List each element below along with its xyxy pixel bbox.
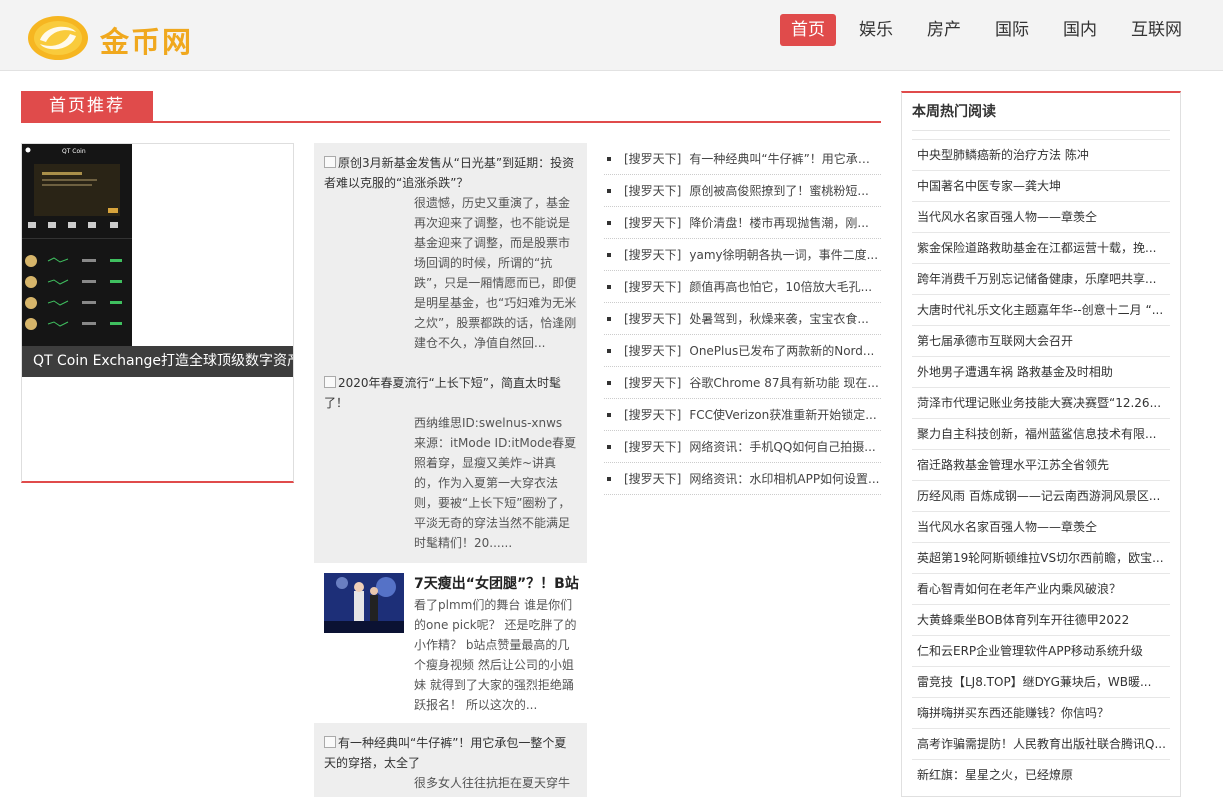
bullet-icon (607, 253, 611, 257)
bullet-icon (607, 285, 611, 289)
hot-item[interactable]: 菏泽市代理记账业务技能大赛决赛暨“12.26... (912, 387, 1170, 418)
hot-item[interactable]: 大唐时代礼乐文化主题嘉年华--创意十二月 “... (912, 294, 1170, 325)
hot-item[interactable]: 历经风雨 百炼成钢——记云南西游洞风景区... (912, 480, 1170, 511)
hot-reads-sidebar: 本周热门阅读 中央型肺鳞癌新的治疗方法 陈冲 中国著名中医专家—龚大坤 当代风水… (901, 91, 1181, 797)
featured-article[interactable]: QT Coin QT Coin Exchange打造全球顶级数字资产 (21, 143, 294, 483)
news-item[interactable]: [搜罗天下] 原创被高俊熙撩到了！蜜桃粉短... (604, 175, 881, 207)
hot-item[interactable]: 英超第19轮阿斯顿维拉VS切尔西前瞻，欧宝... (912, 542, 1170, 573)
article-card[interactable]: 7天瘦出“女团腿”？！B站 看了plmm们的舞台 谁是你们的one pick呢？… (314, 563, 587, 723)
section-title: 首页推荐 (21, 91, 153, 122)
article-card[interactable]: 2020年春夏流行“上长下短”，简直太时髦了！ 西纳维思ID:swelnus-x… (314, 363, 587, 563)
news-item[interactable]: [搜罗天下] FCC使Verizon获准重新开始锁定... (604, 399, 881, 431)
article-summary: 很遗憾，历史又重演了，基金再次迎来了调整，也不能说是基金迎来了调整，而是股票市场… (414, 196, 577, 350)
phone-screenshot-icon: QT Coin (22, 144, 132, 346)
hot-item[interactable]: 聚力自主科技创新，福州蓝鲨信息技术有限... (912, 418, 1170, 449)
article-title[interactable]: 7天瘦出“女团腿”？！B站 (414, 573, 579, 595)
news-item[interactable]: [搜罗天下] 颜值再高也怕它，10倍放大毛孔... (604, 271, 881, 303)
concert-photo-icon (324, 573, 404, 633)
section-header: 首页推荐 (21, 91, 881, 123)
hot-item[interactable]: 紫金保险道路救助基金在江都运营十载，挽... (912, 232, 1170, 263)
article-summary: 西纳维思ID:swelnus-xnws 来源：itMode ID:itMode春… (414, 416, 577, 550)
hot-item[interactable]: 宿迁路救基金管理水平江苏全省领先 (912, 449, 1170, 480)
news-item[interactable]: [搜罗天下] 谷歌Chrome 87具有新功能 现在... (604, 367, 881, 399)
hot-item[interactable]: 看心智青如何在老年产业内乘风破浪？ (912, 573, 1170, 604)
featured-image[interactable]: QT Coin (22, 144, 132, 346)
hot-item[interactable]: 仁和云ERP企业管理软件APP移动系统升级 (912, 635, 1170, 666)
bullet-icon (607, 445, 611, 449)
article-summary: 看了plmm们的舞台 谁是你们的one pick呢？ 还是吃胖了的小作精？ b站… (414, 598, 577, 712)
sidebar-title: 本周热门阅读 (912, 93, 1170, 131)
news-item[interactable]: [搜罗天下] 处暑驾到，秋燥来袭，宝宝衣食... (604, 303, 881, 335)
nav-item-real-estate[interactable]: 房产 (916, 14, 972, 46)
bullet-icon (607, 413, 611, 417)
bullet-icon (607, 189, 611, 193)
nav-item-entertainment[interactable]: 娱乐 (848, 14, 904, 46)
bullet-icon (607, 221, 611, 225)
bullet-icon (607, 381, 611, 385)
hot-item[interactable]: 跨年消费千万别忘记储备健康，乐摩吧共享... (912, 263, 1170, 294)
nav-item-domestic[interactable]: 国内 (1052, 14, 1108, 46)
hot-item[interactable]: 新红旗：星星之火，已经燎原 (912, 759, 1170, 790)
broken-image-icon (324, 376, 336, 388)
hot-list: 中央型肺鳞癌新的治疗方法 陈冲 中国著名中医专家—龚大坤 当代风水名家百强人物—… (912, 139, 1170, 790)
news-item[interactable]: [搜罗天下] 网络资讯：水印相机APP如何设置... (604, 463, 881, 495)
site-logo[interactable]: 金币网 (26, 12, 216, 64)
article-title[interactable]: 有一种经典叫“牛仔裤”！用它承包一整个夏天的穿搭，太全了 (324, 733, 577, 773)
broken-image-icon (324, 736, 336, 748)
hot-item[interactable]: 当代风水名家百强人物——章羡仝 (912, 511, 1170, 542)
article-card[interactable]: 有一种经典叫“牛仔裤”！用它承包一整个夏天的穿搭，太全了 很多女人往往抗拒在夏天… (314, 723, 587, 797)
hot-item[interactable]: 外地男子遭遇车祸 路救基金及时相助 (912, 356, 1170, 387)
hot-item[interactable]: 第七届承德市互联网大会召开 (912, 325, 1170, 356)
site-header: 金币网 首页 娱乐 房产 国际 国内 互联网 (0, 0, 1223, 71)
news-item[interactable]: [搜罗天下] 降价清盘！楼市再现抛售潮，刚... (604, 207, 881, 239)
news-item[interactable]: [搜罗天下] 网络资讯：手机QQ如何自己拍摄... (604, 431, 881, 463)
hot-item[interactable]: 嗨拼嗨拼买东西还能赚钱？你信吗？ (912, 697, 1170, 728)
svg-text:QT Coin: QT Coin (62, 148, 86, 155)
featured-caption[interactable]: QT Coin Exchange打造全球顶级数字资产 (22, 346, 293, 377)
news-item[interactable]: [搜罗天下] 有一种经典叫“牛仔裤”！用它承包... (604, 143, 881, 175)
site-logo-text: 金币网 (100, 25, 194, 59)
news-list: [搜罗天下] 有一种经典叫“牛仔裤”！用它承包... [搜罗天下] 原创被高俊熙撩到… (604, 143, 881, 495)
nav-item-internet[interactable]: 互联网 (1120, 14, 1193, 46)
hot-item[interactable]: 中央型肺鳞癌新的治疗方法 陈冲 (912, 139, 1170, 170)
hot-item[interactable]: 雷竞技【LJ8.TOP】继DYG蒹块后，WB暖... (912, 666, 1170, 697)
nav-item-international[interactable]: 国际 (984, 14, 1040, 46)
broken-image-icon (324, 156, 336, 168)
bullet-icon (607, 157, 611, 161)
article-list: 原创3月新基金发售从“日光基”到延期：投资者难以克服的“追涨杀跌”？ 很遗憾，历… (314, 143, 587, 797)
coin-logo-icon (28, 16, 88, 60)
bullet-icon (607, 477, 611, 481)
news-item[interactable]: [搜罗天下] OnePlus已发布了两款新的Nord... (604, 335, 881, 367)
article-title[interactable]: 原创3月新基金发售从“日光基”到延期：投资者难以克服的“追涨杀跌”？ (324, 153, 577, 193)
article-summary: 很多女人往往抗拒在夏天穿牛 (414, 776, 571, 790)
hot-item[interactable]: 高考诈骗需提防！人民教育出版社联合腾讯Q... (912, 728, 1170, 759)
main-nav: 首页 娱乐 房产 国际 国内 互联网 (768, 14, 1193, 46)
bullet-icon (607, 349, 611, 353)
article-card[interactable]: 原创3月新基金发售从“日光基”到延期：投资者难以克服的“追涨杀跌”？ 很遗憾，历… (314, 143, 587, 363)
bullet-icon (607, 317, 611, 321)
hot-item[interactable]: 大黄蜂乘坐BOB体育列车开往德甲2022 (912, 604, 1170, 635)
news-item[interactable]: [搜罗天下] yamy徐明朝各执一词，事件二度... (604, 239, 881, 271)
article-thumbnail[interactable] (324, 573, 404, 633)
hot-item[interactable]: 当代风水名家百强人物——章羡仝 (912, 201, 1170, 232)
nav-item-home[interactable]: 首页 (780, 14, 836, 46)
hot-item[interactable]: 中国著名中医专家—龚大坤 (912, 170, 1170, 201)
article-title[interactable]: 2020年春夏流行“上长下短”，简直太时髦了！ (324, 373, 577, 413)
